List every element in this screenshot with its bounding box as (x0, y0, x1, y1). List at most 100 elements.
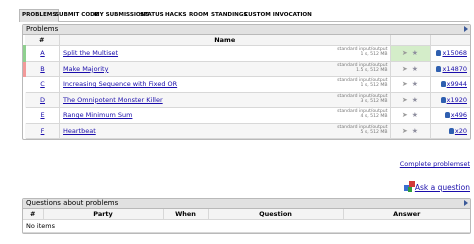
problem-name-link[interactable]: Range Minimum Sum (63, 111, 132, 119)
collapse-arrow-icon[interactable] (464, 200, 468, 206)
problems-panel-header: Problems (23, 25, 470, 35)
nav-tab-status[interactable]: STATUS (138, 10, 166, 21)
top-nav: PROBLEMS SUBMIT CODE MY SUBMISSIONS STATUS H… (19, 9, 469, 22)
problem-actions-cell: ➤ ★ (390, 107, 431, 124)
solved-count-link[interactable]: x9944 (447, 80, 467, 88)
problem-index-cell: F (24, 123, 60, 139)
solved-count-cell: x496 (430, 107, 470, 124)
problem-name-link[interactable]: The Omnipotent Monster Killer (63, 96, 163, 104)
col-party-header: Party (43, 209, 164, 220)
panel-title: Questions about problems (26, 199, 119, 207)
star-icon[interactable]: ★ (412, 80, 418, 88)
questions-panel: Questions about problems # Party When Qu… (22, 198, 471, 234)
time-memory-limit: 3 s, 512 MB (360, 98, 388, 104)
problem-limits: standard input/output 1 s, 512 MB (337, 47, 387, 58)
solved-count-link[interactable]: x496 (451, 111, 467, 119)
nav-tab-custom-invocation[interactable]: CUSTOM INVOCATION (242, 10, 314, 21)
solved-count-cell: x14870 (430, 61, 470, 77)
problem-index-cell: E (24, 107, 60, 124)
star-icon[interactable]: ★ (412, 96, 418, 104)
problem-row: D The Omnipotent Monster Killer standard i… (24, 92, 470, 108)
solved-count-cell: x9944 (430, 76, 470, 93)
empty-row: No items (23, 219, 470, 233)
user-icon (436, 50, 442, 57)
problem-name-cell: The Omnipotent Monster Killer standard in… (59, 92, 391, 108)
problem-index-link[interactable]: E (40, 111, 44, 119)
star-icon[interactable]: ★ (412, 49, 418, 57)
solved-count-link[interactable]: x15068 (442, 49, 467, 57)
problems-panel: Problems # Name A Split the Multiset stand… (22, 24, 471, 140)
problem-actions-cell: ➤ ★ (390, 123, 431, 139)
problem-actions-cell: ➤ ★ (390, 45, 431, 62)
problem-limits: standard input/output 1 s, 512 MB (337, 78, 387, 89)
star-icon[interactable]: ★ (412, 111, 418, 119)
questions-panel-header: Questions about problems (23, 199, 470, 209)
problem-index-link[interactable]: C (40, 80, 45, 88)
user-icon (440, 96, 446, 103)
nav-tab-room[interactable]: ROOM (187, 10, 210, 21)
col-actions-header (390, 35, 431, 46)
submit-icon[interactable]: ➤ (402, 96, 408, 104)
solved-count-cell: x20 (430, 123, 470, 139)
problem-index-link[interactable]: D (40, 96, 45, 104)
problem-actions-cell: ➤ ★ (390, 76, 431, 93)
problem-index-link[interactable]: A (40, 49, 44, 57)
problem-limits: standard input/output 4 s, 512 MB (337, 109, 387, 120)
problem-index-cell: C (24, 76, 60, 93)
solved-count-link[interactable]: x14870 (442, 65, 467, 73)
submit-icon[interactable]: ➤ (402, 111, 408, 119)
solved-count-link[interactable]: x20 (455, 127, 467, 135)
problem-name-link[interactable]: Make Majority (63, 65, 108, 73)
problem-index-link[interactable]: B (40, 65, 44, 73)
time-memory-limit: 1.5 s, 512 MB (356, 67, 388, 73)
problem-name-cell: Heartbeat standard input/output 5 s, 512 M… (59, 123, 391, 139)
user-icon (448, 127, 454, 134)
submit-icon[interactable]: ➤ (402, 49, 408, 57)
solved-count-link[interactable]: x1920 (447, 96, 467, 104)
problem-row: E Range Minimum Sum standard input/output 4… (24, 107, 470, 124)
problem-limits: standard input/output 5 s, 512 MB (337, 125, 387, 136)
user-icon (444, 112, 450, 119)
star-icon[interactable]: ★ (412, 127, 418, 135)
problem-name-link[interactable]: Split the Multiset (63, 49, 118, 57)
panel-title: Problems (26, 25, 59, 33)
col-index-header: # (23, 209, 44, 220)
submit-icon[interactable]: ➤ (402, 80, 408, 88)
user-icon (440, 81, 446, 88)
complete-problemset-link[interactable]: Complete problemset (400, 160, 470, 168)
submit-icon[interactable]: ➤ (402, 65, 408, 73)
problem-index-link[interactable]: F (41, 127, 45, 135)
time-memory-limit: 5 s, 512 MB (360, 129, 388, 135)
questions-table: # Party When Question Answer No items (23, 209, 470, 233)
problem-name-cell: Increasing Sequence with Fixed OR standar… (59, 76, 391, 93)
problem-actions-cell: ➤ ★ (390, 92, 431, 108)
ask-question-link[interactable]: Ask a question (415, 183, 470, 192)
time-memory-limit: 1 s, 512 MB (360, 83, 388, 89)
collapse-arrow-icon[interactable] (464, 26, 468, 32)
nav-tab-hacks[interactable]: HACKS (163, 10, 188, 21)
user-icon (436, 65, 442, 72)
solved-count-cell: x15068 (430, 45, 470, 62)
problem-row: B Make Majority standard input/output 1.5 s… (23, 61, 470, 77)
problem-index-cell: D (24, 92, 60, 108)
time-memory-limit: 4 s, 512 MB (360, 114, 388, 120)
problem-name-cell: Range Minimum Sum standard input/output 4 … (59, 107, 391, 124)
submit-icon[interactable]: ➤ (402, 127, 408, 135)
problem-index-cell: B (23, 61, 60, 77)
time-memory-limit: 1 s, 512 MB (360, 52, 388, 58)
col-index-header: # (24, 35, 60, 46)
star-icon[interactable]: ★ (412, 65, 418, 73)
problem-limits: standard input/output 1.5 s, 512 MB (337, 63, 387, 74)
problem-name-link[interactable]: Heartbeat (63, 127, 96, 135)
problem-actions-cell: ➤ ★ (390, 61, 431, 77)
solved-count-cell: x1920 (430, 92, 470, 108)
problem-row: C Increasing Sequence with Fixed OR standa… (24, 76, 470, 93)
problem-name-cell: Split the Multiset standard input/output 1… (59, 45, 391, 62)
col-name-header: Name (59, 35, 391, 46)
problems-table: # Name A Split the Multiset standard input… (23, 35, 470, 139)
problem-name-link[interactable]: Increasing Sequence with Fixed OR (63, 80, 177, 88)
problem-row: A Split the Multiset standard input/output… (23, 45, 470, 62)
col-solved-header (430, 35, 470, 46)
col-answer-header: Answer (343, 209, 470, 220)
col-question-header: Question (208, 209, 344, 220)
